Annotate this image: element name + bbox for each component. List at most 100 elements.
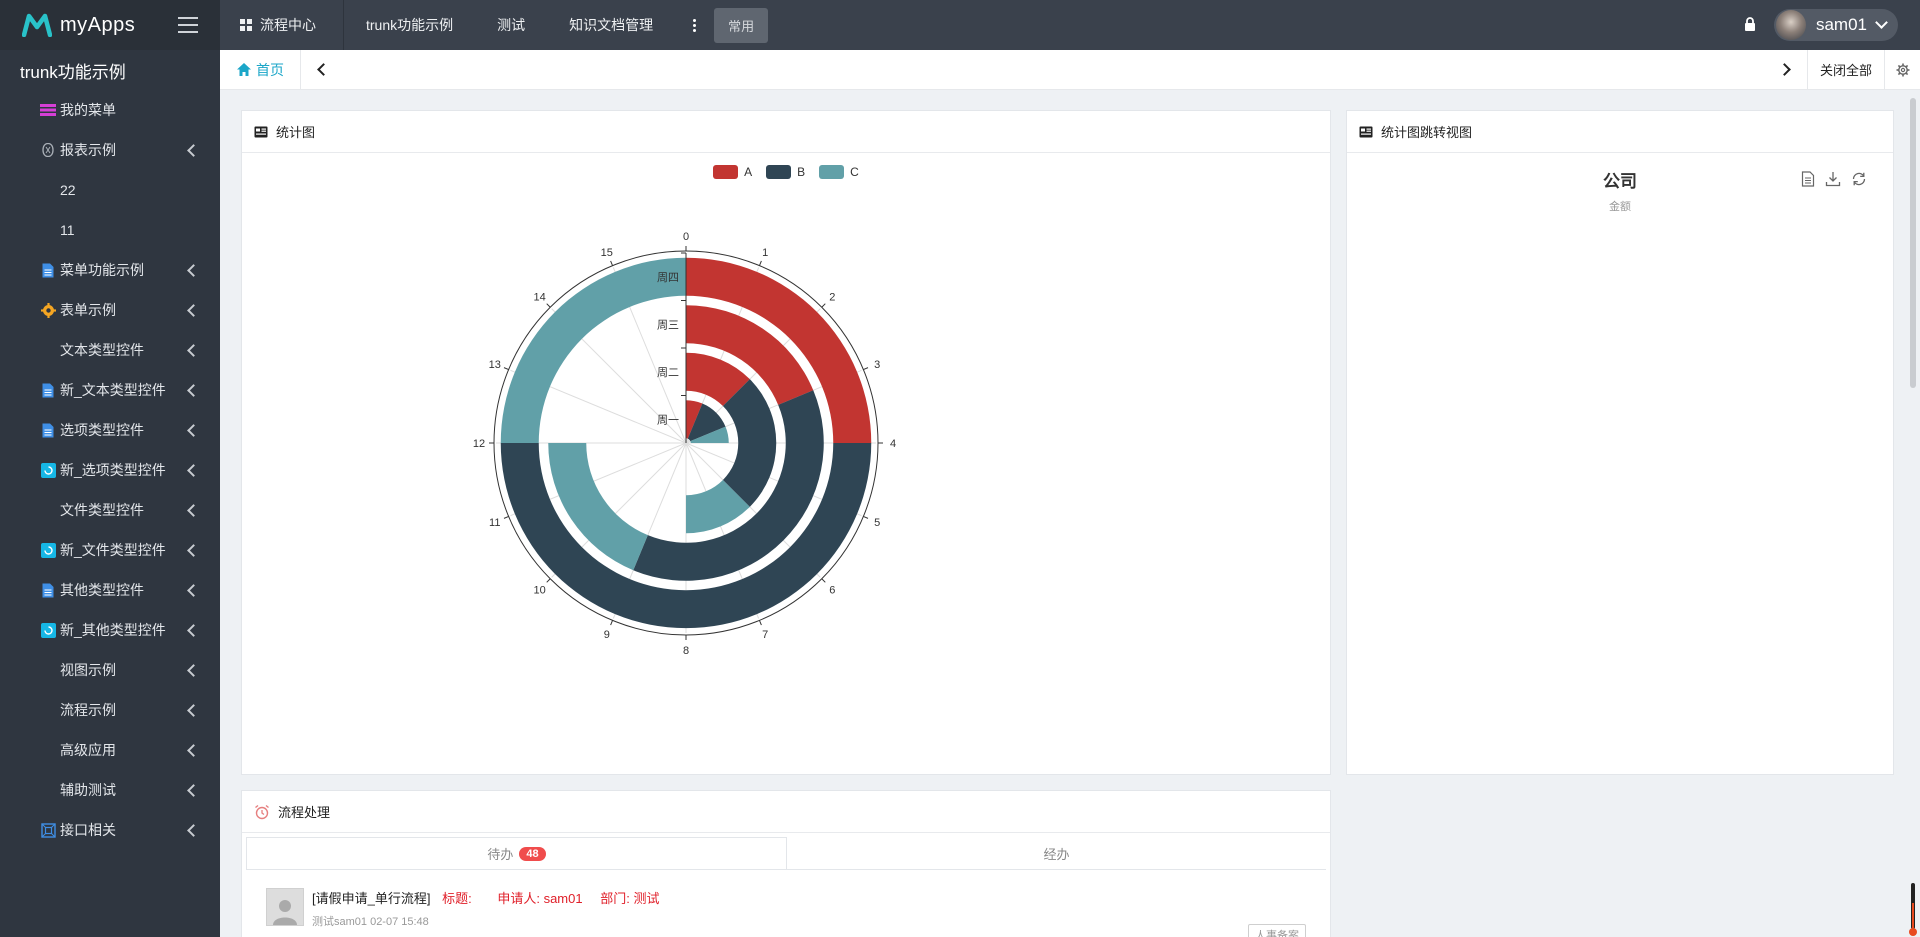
chart-toolbox bbox=[1801, 171, 1867, 190]
tab-bar: 首页 关闭全部 bbox=[220, 50, 1920, 90]
sidebar-item-11[interactable]: 新_文件类型控件 bbox=[0, 530, 220, 570]
close-all-tabs-button[interactable]: 关闭全部 bbox=[1806, 50, 1884, 89]
chevron-left-icon bbox=[187, 343, 200, 357]
id-card-icon bbox=[1359, 126, 1373, 138]
sidebar-item-12[interactable]: 其他类型控件 bbox=[0, 570, 220, 610]
sidebar-item-9[interactable]: 新_选项类型控件 bbox=[0, 450, 220, 490]
more-vertical-icon[interactable] bbox=[693, 18, 697, 32]
tab-todo-label: 待办 bbox=[487, 847, 514, 862]
tab-home[interactable]: 首页 bbox=[220, 50, 301, 89]
id-card-icon bbox=[254, 126, 268, 138]
sidebar-item-6[interactable]: 文本类型控件 bbox=[0, 330, 220, 370]
tab-home-label: 首页 bbox=[256, 61, 284, 78]
myapps-logo-icon[interactable] bbox=[22, 12, 52, 38]
main-content: 统计图 ABC 0 1 2 3 4 5 6 7 8 9 10 11 12 13 14 15 周一 周二 周三 周四 统… bbox=[220, 90, 1920, 937]
refresh-icon[interactable] bbox=[1851, 171, 1867, 190]
angle-tick-label: 7 bbox=[762, 629, 768, 641]
common-button[interactable]: 常用 bbox=[714, 7, 769, 43]
sidebar-collapse-icon[interactable] bbox=[178, 17, 198, 33]
nav-workflow-center[interactable]: 流程中心 bbox=[220, 0, 344, 50]
chevron-left-icon bbox=[187, 503, 200, 517]
chevron-left-icon bbox=[187, 383, 200, 397]
angle-tick bbox=[546, 303, 551, 308]
sidebar-item-5[interactable]: 表单示例 bbox=[0, 290, 220, 330]
radius-category-label: 周四 bbox=[657, 271, 679, 284]
nav-trunk-demo[interactable]: trunk功能示例 bbox=[344, 0, 475, 50]
sidebar-item-16[interactable]: 高级应用 bbox=[0, 730, 220, 770]
flow-item-line1: [请假申请_单行流程] 标题: 申请人: sam01 部门: 测试 bbox=[312, 888, 659, 907]
sidebar-item-3[interactable]: 11 bbox=[0, 210, 220, 250]
sidebar-item-label: 其他类型控件 bbox=[60, 582, 144, 598]
chevron-left-icon bbox=[187, 823, 200, 837]
sidebar-item-10[interactable]: 文件类型控件 bbox=[0, 490, 220, 530]
tab-todo[interactable]: 待办 48 bbox=[246, 837, 787, 869]
chevron-left-icon bbox=[187, 143, 200, 157]
angle-tick-label: 12 bbox=[473, 438, 485, 450]
nav-workflow-center-label: 流程中心 bbox=[260, 17, 316, 33]
chevron-left-icon bbox=[187, 703, 200, 717]
nav-test[interactable]: 测试 bbox=[475, 0, 547, 50]
sidebar-item-17[interactable]: 辅助测试 bbox=[0, 770, 220, 810]
angle-tick-label: 4 bbox=[890, 438, 896, 450]
angle-tick bbox=[610, 260, 613, 266]
topbar-right: sam01 bbox=[1744, 9, 1920, 41]
sidebar-item-15[interactable]: 流程示例 bbox=[0, 690, 220, 730]
nav-knowledge-docs[interactable]: 知识文档管理 bbox=[547, 0, 675, 50]
document-icon bbox=[40, 262, 56, 278]
sidebar-item-1[interactable]: 报表示例 bbox=[0, 130, 220, 170]
document-icon bbox=[40, 582, 56, 598]
sidebar-item-label: 文件类型控件 bbox=[60, 502, 144, 518]
angle-tick-label: 8 bbox=[683, 645, 689, 657]
sidebar-item-label: 文本类型控件 bbox=[60, 342, 144, 358]
flow-item-name: [请假申请_单行流程] bbox=[312, 891, 431, 906]
gear-orange-icon bbox=[40, 302, 56, 318]
top-nav: 流程中心 trunk功能示例 测试 知识文档管理 bbox=[220, 0, 675, 50]
flow-panel-header: 流程处理 bbox=[242, 791, 1330, 833]
sidebar-item-2[interactable]: 22 bbox=[0, 170, 220, 210]
sidebar-item-18[interactable]: 接口相关 bbox=[0, 810, 220, 850]
chevron-left-icon bbox=[187, 263, 200, 277]
data-view-icon[interactable] bbox=[1801, 171, 1815, 190]
flow-list-item[interactable]: [请假申请_单行流程] 标题: 申请人: sam01 部门: 测试 测试sam0… bbox=[242, 870, 1330, 937]
top-navbar: 流程中心 trunk功能示例 测试 知识文档管理 常用 sam01 bbox=[220, 0, 1920, 50]
chart-panel: 统计图 ABC 0 1 2 3 4 5 6 7 8 9 10 11 12 13 14 15 周一 周二 周三 周四 bbox=[241, 110, 1331, 775]
angle-tick bbox=[863, 367, 869, 370]
sidebar-item-7[interactable]: 新_文本类型控件 bbox=[0, 370, 220, 410]
polar-chart-area: ABC 0 1 2 3 4 5 6 7 8 9 10 11 12 13 14 15 周一 周二 周三 周四 bbox=[242, 153, 1330, 774]
sidebar-item-label: 菜单功能示例 bbox=[60, 262, 144, 278]
magenta-menu-icon bbox=[40, 102, 56, 118]
sidebar-item-label: 新_其他类型控件 bbox=[60, 622, 166, 638]
polar-bar-chart: 0123456789101112131415周一周二周三周四 bbox=[473, 231, 896, 657]
tab-scroll-right-button[interactable] bbox=[1767, 50, 1807, 89]
radius-category-label: 周二 bbox=[657, 366, 679, 379]
flow-panel: 流程处理 待办 48 经办 [请假申请_单行流程] 标题: 申请人: sam01… bbox=[241, 790, 1331, 937]
angle-tick bbox=[503, 516, 509, 519]
chart-jump-chart-subtitle: 金额 bbox=[1609, 201, 1631, 213]
tab-done[interactable]: 经办 bbox=[787, 837, 1326, 869]
sidebar: myApps trunk功能示例 我的菜单 报表示例 22 11 菜单功能示例 表单示例文… bbox=[0, 0, 220, 937]
username: sam01 bbox=[1815, 15, 1867, 34]
cyan-box-icon bbox=[40, 462, 56, 478]
radius-category-label: 周一 bbox=[657, 413, 679, 426]
vertical-scrollbar[interactable] bbox=[1910, 98, 1916, 388]
angle-tick-label: 11 bbox=[489, 517, 500, 529]
lock-icon[interactable] bbox=[1744, 16, 1756, 34]
angle-tick-label: 3 bbox=[874, 359, 880, 371]
user-avatar-icon bbox=[266, 888, 304, 926]
tab-scroll-left-button[interactable] bbox=[301, 50, 341, 89]
user-menu[interactable]: sam01 bbox=[1773, 9, 1898, 41]
download-icon[interactable] bbox=[1825, 171, 1841, 190]
tab-settings-button[interactable] bbox=[1884, 50, 1920, 89]
chevron-left-icon bbox=[187, 303, 200, 317]
flow-item-applicant: 申请人: sam01 bbox=[497, 891, 583, 906]
sidebar-item-14[interactable]: 视图示例 bbox=[0, 650, 220, 690]
angle-tick bbox=[759, 260, 762, 266]
sidebar-item-13[interactable]: 新_其他类型控件 bbox=[0, 610, 220, 650]
sidebar-item-4[interactable]: 菜单功能示例 bbox=[0, 250, 220, 290]
angle-tick-label: 0 bbox=[683, 231, 689, 243]
angle-tick bbox=[759, 620, 762, 626]
document-icon bbox=[40, 382, 56, 398]
home-icon bbox=[237, 63, 251, 76]
sidebar-item-0[interactable]: 我的菜单 bbox=[0, 90, 220, 130]
sidebar-item-8[interactable]: 选项类型控件 bbox=[0, 410, 220, 450]
